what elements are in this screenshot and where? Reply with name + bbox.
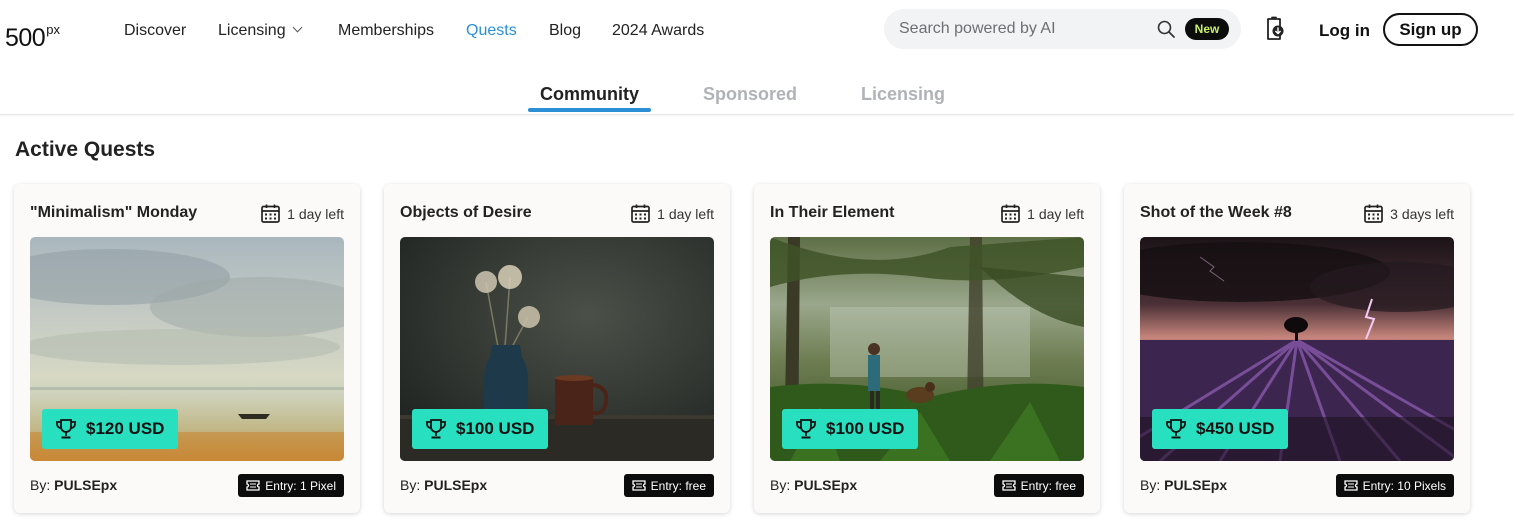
author-name[interactable]: PULSEpx: [54, 477, 117, 493]
entry-fee: Entry: 10 Pixels: [1362, 478, 1446, 493]
prize-badge: $120 USD: [42, 409, 179, 449]
calendar-icon: [261, 204, 281, 223]
quest-card[interactable]: "Minimalism" Monday 1 day left $120 USD …: [14, 184, 360, 513]
nav-memberships[interactable]: Memberships: [338, 21, 434, 41]
site-logo[interactable]: 500px: [5, 16, 60, 52]
quest-title: "Minimalism" Monday: [30, 204, 198, 221]
author-label: By:: [400, 477, 421, 493]
calendar-icon: [631, 204, 651, 223]
time-left: 1 day left: [1027, 205, 1084, 222]
nav-quests[interactable]: Quests: [466, 21, 517, 41]
section-title: Active Quests: [15, 138, 156, 161]
trophy-icon: [1166, 419, 1186, 439]
ticket-icon: [631, 480, 646, 491]
nav-2024-awards[interactable]: 2024 Awards: [612, 21, 704, 41]
prize-amount: $450 USD: [1196, 419, 1275, 438]
tab-community[interactable]: Community: [540, 84, 639, 104]
nav-blog[interactable]: Blog: [549, 21, 581, 41]
author-label: By:: [30, 477, 51, 493]
nav-licensing[interactable]: Licensing: [218, 21, 303, 41]
entry-fee: Entry: 1 Pixel: [265, 478, 336, 493]
entry-fee-badge: Entry: 10 Pixels: [1335, 474, 1454, 497]
trophy-icon: [56, 419, 76, 439]
ticket-icon: [1001, 480, 1016, 491]
new-badge: New: [1185, 18, 1229, 40]
quest-title: Objects of Desire: [400, 204, 532, 221]
quest-cover-image[interactable]: $100 USD: [770, 237, 1084, 461]
search-icon[interactable]: [1157, 20, 1175, 38]
quest-title: In Their Element: [770, 204, 895, 221]
search-input[interactable]: [899, 19, 1149, 39]
quest-cover-image[interactable]: $120 USD: [30, 237, 344, 461]
nav-discover[interactable]: Discover: [124, 21, 186, 41]
upload-icon[interactable]: [1263, 16, 1285, 42]
quest-author: By: PULSEpx: [1140, 477, 1227, 493]
quest-author: By: PULSEpx: [30, 477, 117, 493]
author-label: By:: [1140, 477, 1161, 493]
time-left: 3 days left: [1390, 205, 1454, 222]
trophy-icon: [426, 419, 446, 439]
prize-amount: $100 USD: [826, 419, 905, 438]
quest-card[interactable]: Objects of Desire 1 day left $100 USD By…: [384, 184, 730, 513]
quest-deadline: 1 day left: [260, 203, 344, 224]
active-tab-indicator: [528, 108, 651, 112]
calendar-icon: [1364, 204, 1384, 223]
author-label: By:: [770, 477, 791, 493]
time-left: 1 day left: [287, 205, 344, 222]
time-left: 1 day left: [657, 205, 714, 222]
author-name[interactable]: PULSEpx: [1164, 477, 1227, 493]
trophy-icon: [796, 419, 816, 439]
quest-tabs: Community Sponsored Licensing: [0, 76, 1514, 115]
login-link[interactable]: Log in: [1319, 21, 1370, 41]
search-bar: New: [884, 9, 1241, 49]
quest-deadline: 1 day left: [1000, 203, 1084, 224]
quest-deadline: 3 days left: [1363, 203, 1454, 224]
entry-fee: Entry: free: [650, 478, 706, 493]
quest-deadline: 1 day left: [630, 203, 714, 224]
entry-fee: Entry: free: [1020, 478, 1076, 493]
author-name[interactable]: PULSEpx: [794, 477, 857, 493]
prize-badge: $100 USD: [782, 409, 919, 449]
signup-button[interactable]: Sign up: [1383, 13, 1478, 46]
quest-card[interactable]: In Their Element 1 day left $100 USD By:…: [754, 184, 1100, 513]
ticket-icon: [1343, 480, 1358, 491]
quest-cover-image[interactable]: $100 USD: [400, 237, 714, 461]
quest-author: By: PULSEpx: [400, 477, 487, 493]
tab-sponsored[interactable]: Sponsored: [703, 84, 797, 104]
ticket-icon: [246, 480, 260, 491]
prize-badge: $100 USD: [412, 409, 549, 449]
entry-fee-badge: Entry: free: [993, 474, 1084, 497]
tab-licensing[interactable]: Licensing: [861, 84, 945, 104]
calendar-icon: [1001, 204, 1021, 223]
quest-cover-image[interactable]: $450 USD: [1140, 237, 1454, 461]
chevron-down-icon: [292, 22, 303, 33]
entry-fee-badge: Entry: free: [623, 474, 714, 497]
entry-fee-badge: Entry: 1 Pixel: [238, 474, 344, 497]
quest-card[interactable]: Shot of the Week #8 3 days left $450 USD…: [1124, 184, 1470, 513]
quest-author: By: PULSEpx: [770, 477, 857, 493]
top-navigation: 500px Discover Licensing Memberships Que…: [0, 0, 1514, 62]
author-name[interactable]: PULSEpx: [424, 477, 487, 493]
prize-amount: $100 USD: [456, 419, 535, 438]
quest-title: Shot of the Week #8: [1140, 204, 1292, 221]
prize-badge: $450 USD: [1152, 409, 1289, 449]
nav-licensing-label: Licensing: [218, 22, 286, 39]
prize-amount: $120 USD: [86, 419, 165, 438]
